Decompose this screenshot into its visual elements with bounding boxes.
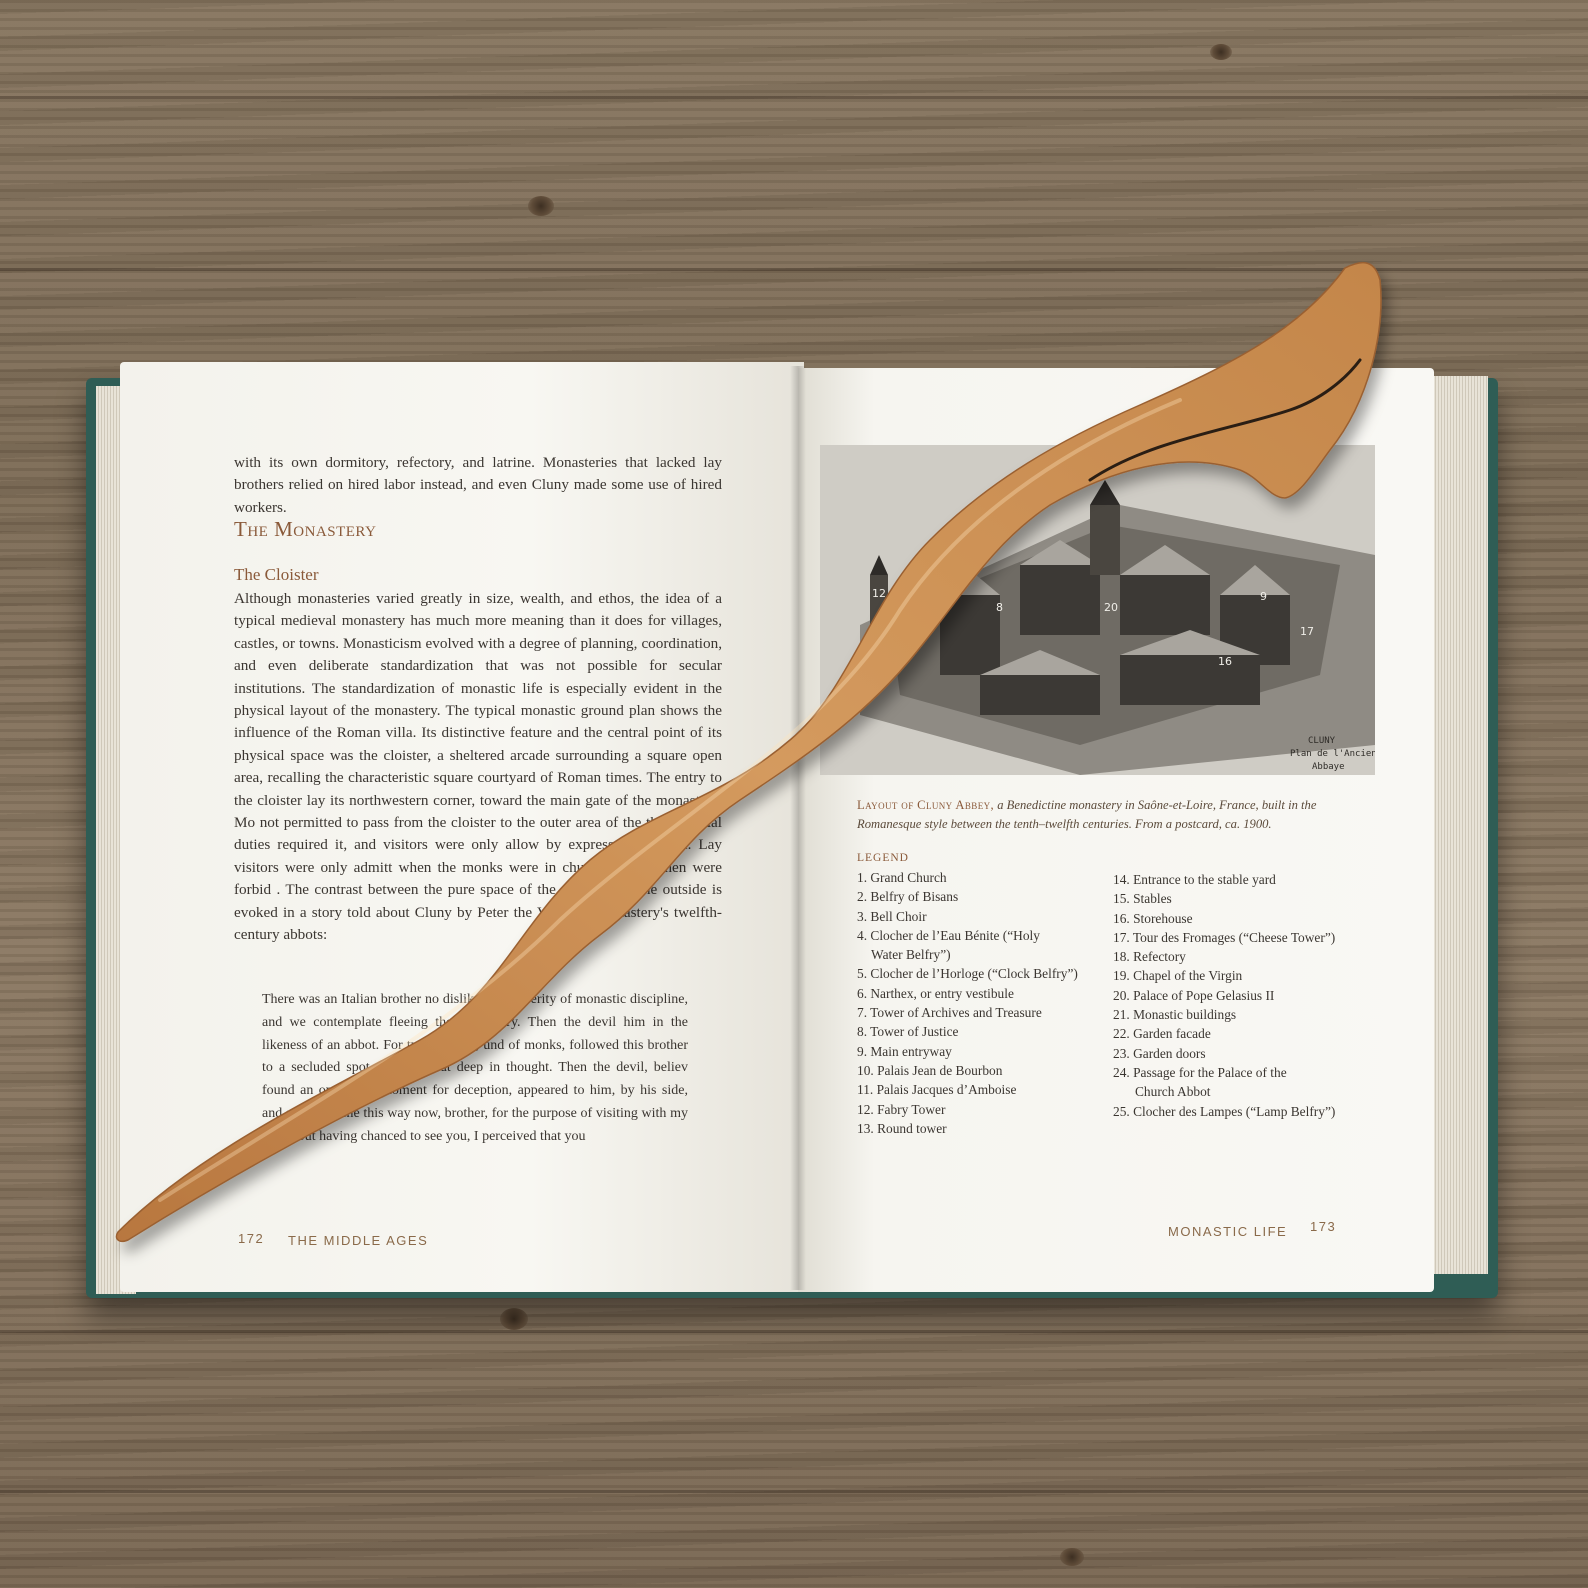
wood-knot	[1060, 1548, 1084, 1566]
plank-seam	[0, 1490, 1588, 1493]
legend-item: 20. Palace of Pope Gelasius II	[1113, 987, 1275, 1003]
illustration-number: 17	[1300, 625, 1314, 638]
legend-item: 23. Garden doors	[1113, 1045, 1206, 1061]
legend-item: 11. Palais Jacques d’Amboise	[857, 1082, 1017, 1098]
illustration-number: 9	[1260, 590, 1267, 603]
wood-knot	[500, 1308, 528, 1330]
illustration-number: 12	[872, 587, 886, 600]
plank-seam	[0, 268, 1588, 271]
legend-item: 15. Stables	[1113, 891, 1172, 907]
left-folio: 172	[238, 1231, 265, 1246]
legend-item: 17. Tour des Fromages (“Cheese Tower”)	[1113, 929, 1336, 945]
legend-item: 21. Monastic buildings	[1113, 1007, 1237, 1023]
legend-item: 5. Clocher de l’Horloge (“Clock Belfry”)	[857, 966, 1078, 982]
legend-item: 6. Narthex, or entry vestibule	[857, 985, 1014, 1001]
legend-item: 3. Bell Choir	[857, 908, 927, 924]
legend-item: 2. Belfry of Bisans	[857, 889, 959, 905]
illustration-label: Plan de l'Ancienne	[1290, 749, 1375, 759]
legend-item: Water Belfry”)	[871, 947, 951, 963]
legend-item: 25. Clocher des Lampes (“Lamp Belfry”)	[1113, 1103, 1336, 1119]
wood-knot	[1210, 44, 1232, 60]
illustration-number: 16	[1218, 655, 1232, 668]
legend-item: 14. Entrance to the stable yard	[1113, 872, 1276, 887]
illustration-number: 20	[1104, 601, 1118, 614]
wood-knot	[528, 196, 554, 216]
page-edges-right	[1430, 376, 1488, 1274]
section-title: The Monastery	[234, 517, 377, 541]
plank-seam	[0, 1330, 1588, 1333]
book-gutter	[790, 366, 806, 1290]
legend-item: 19. Chapel of the Virgin	[1113, 968, 1243, 984]
legend-item: 4. Clocher de l’Eau Bénite (“Holy	[857, 927, 1040, 943]
cluny-abbey-illustration: 12 8 20 16 9 17 CLUNY Plan de l'Ancienne…	[820, 445, 1375, 775]
legend-list-left: 1. Grand Church 2. Belfry of Bisans 3. B…	[857, 868, 1107, 1138]
abbey-drawing: 12 8 20 16 9 17 CLUNY Plan de l'Ancienne…	[820, 445, 1375, 775]
legend-item: 7. Tower of Archives and Treasure	[857, 1005, 1042, 1021]
left-paragraph-top: with its own dormitory, refectory, and l…	[234, 454, 722, 516]
legend-item: 1. Grand Church	[857, 870, 947, 885]
left-running-head: THE MIDDLE AGES	[288, 1233, 429, 1248]
caption-lead: Layout of Cluny Abbey,	[857, 798, 995, 812]
illustration-number: 8	[996, 601, 1003, 614]
legend-item: 24. Passage for the Palace of the	[1113, 1064, 1287, 1080]
legend-title: LEGEND	[857, 852, 909, 864]
legend-item: 12. Fabry Tower	[857, 1101, 946, 1117]
subsection-title: The Cloister	[234, 565, 319, 584]
legend-item: 10. Palais Jean de Bourbon	[857, 1062, 1003, 1078]
legend-item: Church Abbot	[1135, 1084, 1211, 1100]
legend-item: 22. Garden facade	[1113, 1026, 1211, 1042]
illustration-label: CLUNY	[1308, 736, 1336, 746]
legend-item: 9. Main entryway	[857, 1043, 952, 1059]
legend-item: 8. Tower of Justice	[857, 1024, 959, 1040]
right-running-head: MONASTIC LIFE	[1168, 1224, 1288, 1239]
legend-item: 13. Round tower	[857, 1120, 947, 1136]
figure-caption: Layout of Cluny Abbey, a Benedictine mon…	[857, 796, 1337, 834]
illustration-label: Abbaye	[1312, 762, 1345, 772]
legend-list-right: 14. Entrance to the stable yard 15. Stab…	[1113, 870, 1413, 1121]
legend-item: 16. Storehouse	[1113, 910, 1193, 926]
block-quote: There was an Italian brother no disliked…	[262, 992, 688, 1144]
legend-item: 18. Refectory	[1113, 949, 1186, 965]
left-paragraph-main: Although monasteries varied greatly in s…	[234, 590, 722, 944]
plank-seam	[0, 96, 1588, 99]
right-folio: 173	[1310, 1219, 1337, 1234]
